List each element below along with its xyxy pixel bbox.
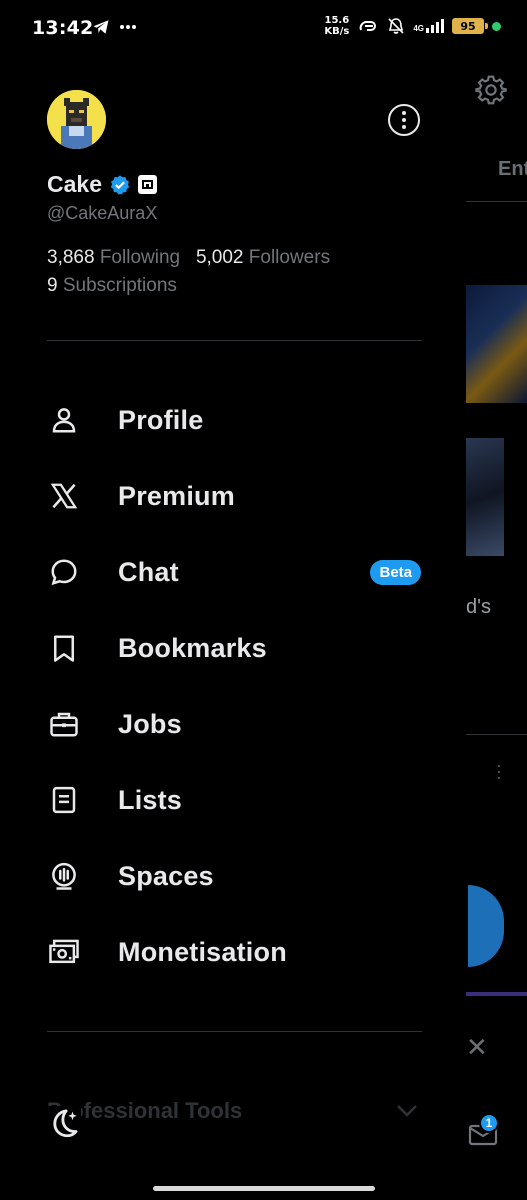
bookmark-icon [47, 631, 81, 665]
menu-item-jobs[interactable]: Jobs [47, 694, 427, 754]
divider [47, 1031, 422, 1032]
username-handle: @CakeAuraX [47, 203, 158, 223]
network-speed: 15.6 KB/s [324, 15, 350, 37]
briefcase-icon [47, 707, 81, 741]
menu-label: Chat [118, 556, 179, 587]
display-mode-moon-icon[interactable] [47, 1106, 81, 1140]
avatar[interactable] [47, 90, 106, 149]
menu-label: Monetisation [118, 936, 287, 967]
spaces-icon [47, 859, 81, 893]
signal-icon: 4G [413, 19, 444, 33]
gear-icon[interactable] [475, 74, 507, 106]
menu-item-premium[interactable]: Premium [47, 466, 427, 526]
subscriptions-label: Subscriptions [62, 275, 177, 296]
following-label: Following [99, 247, 181, 268]
affiliate-badge-icon [137, 175, 157, 194]
mute-bell-icon [388, 18, 404, 34]
status-bar: 13:42 15.6 KB/s 4G 95 [0, 0, 527, 58]
menu-item-chat[interactable]: Chat Beta [47, 542, 427, 602]
background-image [466, 438, 504, 556]
background-progress [466, 992, 527, 996]
background-text: d's [466, 596, 491, 618]
menu-item-lists[interactable]: Lists [47, 770, 427, 830]
menu-label: Jobs [118, 708, 182, 739]
beta-badge: Beta [370, 559, 421, 585]
list-icon [47, 783, 81, 817]
menu-item-profile[interactable]: Profile [47, 390, 427, 450]
subscriptions-count: 9 [47, 275, 58, 296]
money-icon [47, 935, 81, 969]
x-logo-icon [47, 479, 81, 513]
more-vertical-icon: · · · [496, 755, 502, 787]
followers-label: Followers [248, 247, 331, 268]
more-options-button[interactable] [388, 104, 420, 136]
menu-item-bookmarks[interactable]: Bookmarks [47, 618, 427, 678]
background-divider [466, 734, 527, 735]
menu-label: Premium [118, 480, 235, 511]
menu-label: Spaces [118, 860, 214, 891]
chevron-down-icon[interactable] [396, 1104, 418, 1118]
mail-badge: 1 [479, 1113, 499, 1133]
verified-badge-icon [110, 174, 130, 195]
following-link[interactable]: 3,868 Following [47, 247, 180, 268]
background-divider [466, 201, 527, 202]
telegram-icon [93, 20, 109, 34]
avatar-image [47, 90, 106, 149]
divider [47, 340, 422, 341]
more-dots-icon [120, 25, 136, 29]
battery-icon: 95 [452, 18, 488, 34]
background-tab: Ent [498, 158, 527, 180]
following-count: 3,868 [47, 247, 95, 268]
privacy-indicator [492, 21, 501, 31]
followers-count: 5,002 [195, 247, 244, 268]
person-icon [47, 403, 81, 437]
menu-label: Bookmarks [118, 632, 267, 663]
close-icon: ✕ [466, 1032, 488, 1062]
navigation-drawer: Cake @CakeAuraX 3,868 Following 5,002 Fo… [0, 58, 462, 1200]
display-name[interactable]: Cake [47, 171, 102, 198]
home-indicator[interactable] [153, 1186, 375, 1191]
menu-item-monetisation[interactable]: Monetisation [47, 922, 427, 982]
background-image [466, 285, 527, 403]
chat-bubble-icon [47, 555, 81, 589]
followers-link[interactable]: 5,002 Followers [196, 247, 330, 268]
menu-label: Profile [118, 404, 204, 435]
menu-item-spaces[interactable]: Spaces [47, 846, 427, 906]
status-time: 13:42 [32, 17, 94, 39]
hotspot-icon [359, 21, 377, 31]
menu-label: Lists [118, 784, 183, 815]
subscriptions-link[interactable]: 9 Subscriptions [47, 275, 177, 297]
